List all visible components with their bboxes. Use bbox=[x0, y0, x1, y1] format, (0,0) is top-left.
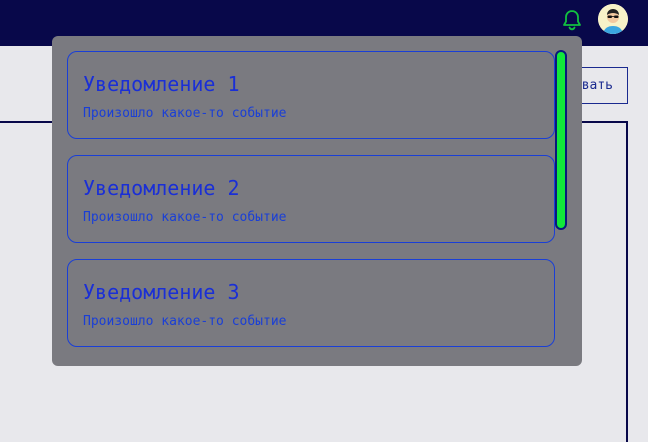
notification-title: Уведомление 1 bbox=[83, 72, 240, 96]
notification-item[interactable]: Уведомление 1 Произошло какое-то событие bbox=[67, 51, 555, 139]
bell-icon[interactable] bbox=[560, 8, 584, 32]
notification-title: Уведомление 2 bbox=[83, 176, 240, 200]
notification-body: Произошло какое-то событие bbox=[83, 314, 287, 329]
notification-item[interactable]: Уведомление 2 Произошло какое-то событие bbox=[67, 155, 555, 243]
notification-body: Произошло какое-то событие bbox=[83, 210, 287, 225]
notification-body: Произошло какое-то событие bbox=[83, 106, 287, 121]
notification-item[interactable]: Уведомление 3 Произошло какое-то событие bbox=[67, 259, 555, 347]
user-avatar[interactable] bbox=[598, 4, 628, 34]
scrollbar-thumb[interactable] bbox=[555, 50, 567, 230]
notification-title: Уведомление 3 bbox=[83, 280, 240, 304]
notifications-dropdown: Уведомление 1 Произошло какое-то событие… bbox=[52, 36, 582, 366]
